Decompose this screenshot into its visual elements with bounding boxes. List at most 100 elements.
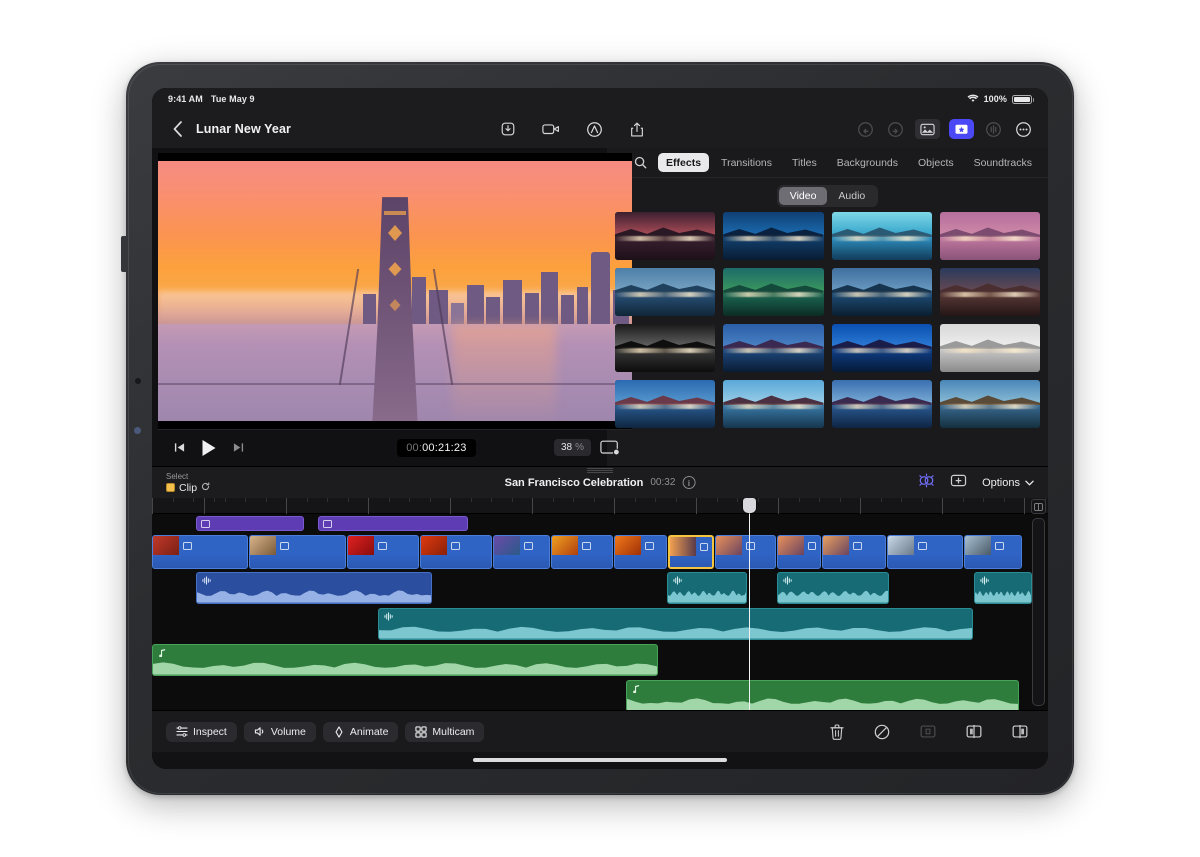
multicam-button[interactable]: Multicam (405, 721, 485, 742)
tab-backgrounds[interactable]: Backgrounds (829, 153, 906, 172)
disable-clip-icon[interactable] (874, 724, 890, 740)
ruler-tick (204, 498, 205, 514)
voiceover-icon[interactable] (584, 119, 605, 140)
timecode-value: 00:21:23 (422, 441, 467, 454)
video-clip[interactable] (887, 535, 963, 569)
playhead[interactable] (743, 498, 756, 710)
zoom-level-chip[interactable]: 38 % (553, 439, 591, 456)
ruler-minor-tick (798, 498, 800, 502)
tab-soundtracks[interactable]: Soundtracks (966, 153, 1040, 172)
record-video-icon[interactable] (541, 119, 562, 140)
audio-clip[interactable] (626, 680, 1019, 710)
timeline-ruler[interactable] (152, 498, 1048, 514)
ruler-minor-tick (757, 498, 759, 502)
video-clip[interactable] (249, 535, 346, 569)
ruler-minor-tick (737, 498, 738, 502)
video-preview[interactable] (158, 153, 632, 429)
effect-cell[interactable] (831, 212, 932, 263)
effect-cell[interactable] (723, 324, 824, 375)
timeline-tracks[interactable] (152, 514, 1048, 710)
video-overlay-icon[interactable] (600, 440, 620, 456)
video-clip[interactable] (668, 535, 714, 569)
audio-waveform (668, 590, 746, 603)
current-timecode[interactable]: 00:00:21:23 (397, 438, 476, 457)
color-balance-icon[interactable] (918, 473, 935, 493)
audio-icon[interactable] (983, 119, 1004, 140)
effect-cell[interactable] (939, 380, 1040, 431)
more-icon[interactable] (1013, 119, 1034, 140)
export-icon[interactable] (498, 119, 519, 140)
power-button[interactable] (121, 236, 128, 272)
clip-thumbnail (615, 536, 641, 555)
split-right-icon[interactable] (1012, 724, 1028, 739)
undo-icon[interactable] (855, 119, 876, 140)
play-button[interactable] (201, 439, 217, 457)
effect-cell[interactable] (615, 212, 716, 263)
animate-button[interactable]: Animate (322, 721, 399, 742)
share-icon[interactable] (627, 119, 648, 140)
home-indicator[interactable] (473, 758, 727, 762)
effect-cell[interactable] (615, 268, 716, 319)
redo-icon[interactable] (885, 119, 906, 140)
video-clip[interactable] (715, 535, 776, 569)
timeline-resize-handle[interactable] (587, 468, 613, 473)
effect-cell[interactable] (831, 324, 932, 375)
audio-clip[interactable] (378, 608, 973, 640)
video-clip[interactable] (964, 535, 1022, 569)
audio-clip[interactable] (667, 572, 747, 604)
timeline[interactable] (152, 498, 1048, 710)
audio-waveform (975, 591, 1031, 603)
video-clip[interactable] (614, 535, 667, 569)
add-clip-icon[interactable] (950, 473, 967, 493)
split-left-icon[interactable] (966, 724, 982, 739)
skip-to-start-icon[interactable] (174, 442, 185, 453)
effect-cell[interactable] (831, 268, 932, 319)
title-clip[interactable] (196, 516, 304, 531)
back-button[interactable] (166, 118, 188, 140)
track-layout-button[interactable] (1031, 499, 1046, 514)
tab-transitions[interactable]: Transitions (713, 153, 780, 172)
video-clip[interactable] (493, 535, 550, 569)
title-clip[interactable] (318, 516, 468, 531)
segment-audio[interactable]: Audio (827, 187, 876, 205)
video-clip[interactable] (822, 535, 886, 569)
timeline-vertical-scrollbar[interactable] (1032, 518, 1045, 706)
effect-cell[interactable] (939, 268, 1040, 319)
audio-clip[interactable] (777, 572, 889, 604)
playhead-knob[interactable] (743, 498, 756, 513)
effect-cell[interactable] (831, 380, 932, 431)
effect-cell[interactable] (723, 268, 824, 319)
options-button[interactable]: Options (982, 477, 1034, 489)
tab-objects[interactable]: Objects (910, 153, 962, 172)
video-clip[interactable] (551, 535, 613, 569)
effect-cell[interactable] (615, 380, 716, 431)
selection-control[interactable]: Select Clip (166, 472, 210, 494)
audio-clip[interactable] (152, 644, 658, 676)
effects-browser-icon[interactable] (949, 119, 974, 139)
ruler-minor-tick (245, 498, 246, 502)
effect-cell[interactable] (615, 324, 716, 375)
inspect-button[interactable]: Inspect (166, 721, 237, 742)
info-icon[interactable]: i (682, 476, 696, 489)
tab-titles[interactable]: Titles (784, 153, 825, 172)
effect-cell[interactable] (723, 380, 824, 431)
video-clip[interactable] (777, 535, 821, 569)
circular-arrow-icon[interactable] (201, 481, 210, 494)
segment-video[interactable]: Video (778, 187, 828, 205)
video-clip[interactable] (420, 535, 492, 569)
effect-thumbnail (615, 380, 716, 428)
skip-to-end-icon[interactable] (233, 442, 244, 453)
video-clip[interactable] (152, 535, 248, 569)
ruler-minor-tick (470, 498, 472, 502)
video-clip[interactable] (347, 535, 419, 569)
crop-icon[interactable] (920, 724, 936, 739)
audio-clip[interactable] (196, 572, 432, 604)
effect-cell[interactable] (939, 324, 1040, 375)
media-library-icon[interactable] (915, 119, 940, 139)
audio-clip[interactable] (974, 572, 1032, 604)
trash-icon[interactable] (830, 723, 844, 740)
effect-cell[interactable] (939, 212, 1040, 263)
volume-button[interactable]: Volume (243, 721, 316, 742)
effect-cell[interactable] (723, 212, 824, 263)
tab-effects[interactable]: Effects (658, 153, 710, 172)
